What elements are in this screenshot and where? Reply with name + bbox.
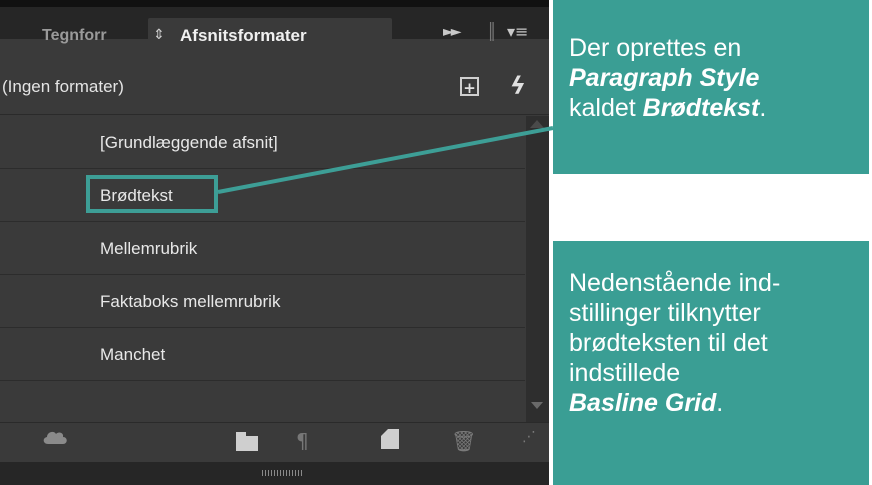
paragraph-styles-panel: Tegnforr ⇕ Afsnitsformater ►► ║ ▾≡ (Inge… xyxy=(0,0,549,485)
callout-text: stillinger tilknytter xyxy=(569,299,761,327)
panel-top-edge xyxy=(0,0,549,7)
panel-tab-strip: Tegnforr ⇕ Afsnitsformater ►► ║ ▾≡ xyxy=(0,0,549,62)
separator-icon: ║ xyxy=(487,22,497,41)
callout-emphasis: Paragraph Style xyxy=(569,64,760,92)
callout-text: Der oprettes en xyxy=(569,34,742,62)
callout-emphasis: Basline Grid xyxy=(569,389,717,417)
list-item-label: Mellemrubrik xyxy=(100,239,198,258)
callout-text: kaldet Brødtekst. xyxy=(569,93,853,123)
callout-emphasis: Brødtekst xyxy=(642,94,760,122)
callout-text: . xyxy=(716,389,724,417)
callout-text: Nedenstående ind- xyxy=(569,269,781,297)
quick-apply-bolt-icon[interactable]: ϟ xyxy=(510,72,526,100)
collapse-panel-icon[interactable]: ►► xyxy=(443,24,461,40)
list-item-label: Brødtekst xyxy=(100,186,173,205)
list-item-mellemrubrik[interactable]: Mellemrubrik xyxy=(0,222,525,275)
chevron-updown-icon: ⇕ xyxy=(153,27,165,43)
list-item-faktaboks-mellemrubrik[interactable]: Faktaboks mellemrubrik xyxy=(0,275,525,328)
delete-style-trash-icon[interactable]: 🗑 xyxy=(451,429,476,453)
callout-text: . xyxy=(759,94,767,122)
new-style-group-folder-icon[interactable] xyxy=(236,432,258,451)
callout-text: Basline Grid. xyxy=(569,388,853,418)
tab-character-styles[interactable]: Tegnforr xyxy=(38,23,152,59)
scroll-down-arrow-icon[interactable] xyxy=(531,402,543,409)
paragraph-style-list: [Grundlæggende afsnit] Brødtekst Mellemr… xyxy=(0,116,525,422)
new-style-from-selection-icon[interactable]: + xyxy=(460,77,479,97)
list-item-label: Manchet xyxy=(100,345,166,364)
list-item-brodtekst[interactable]: Brødtekst xyxy=(0,169,525,222)
panel-footer-toolbar: ¶ 🗑 ⋰ xyxy=(0,422,549,463)
list-item-grundlaeggende-afsnit[interactable]: [Grundlæggende afsnit] xyxy=(0,116,525,169)
no-style-label: (Ingen formater) xyxy=(2,77,124,96)
panel-bottom-bar xyxy=(0,462,549,485)
tab-paragraph-styles-label: Afsnitsformater xyxy=(180,26,307,45)
resize-handle-icon[interactable] xyxy=(262,470,302,476)
list-item-label: Faktaboks mellemrubrik xyxy=(100,292,281,311)
no-style-row[interactable]: (Ingen formater) + ϟ xyxy=(0,62,549,115)
callout-text: kaldet xyxy=(569,94,643,122)
resize-corner-grip-icon[interactable]: ⋰ xyxy=(522,429,536,445)
cloud-library-icon[interactable] xyxy=(42,429,68,445)
scroll-up-arrow-icon[interactable] xyxy=(530,120,544,128)
callout-text: brødteksten til det xyxy=(569,329,768,357)
clear-overrides-pilcrow-icon[interactable]: ¶ xyxy=(296,429,309,453)
callout-bottom: Nedenstående ind- stillinger tilknytter … xyxy=(553,241,869,485)
list-item-manchet[interactable]: Manchet xyxy=(0,328,525,381)
create-new-style-icon[interactable] xyxy=(381,429,399,449)
callout-top: Der oprettes en Paragraph Style kaldet B… xyxy=(553,0,869,174)
vertical-scrollbar[interactable] xyxy=(526,116,549,422)
callout-text: indstillede xyxy=(569,359,681,387)
list-item-label: [Grundlæggende afsnit] xyxy=(100,133,278,152)
panel-menu-icon[interactable]: ▾≡ xyxy=(507,22,528,41)
tab-paragraph-styles[interactable]: ⇕ Afsnitsformater xyxy=(148,18,392,62)
